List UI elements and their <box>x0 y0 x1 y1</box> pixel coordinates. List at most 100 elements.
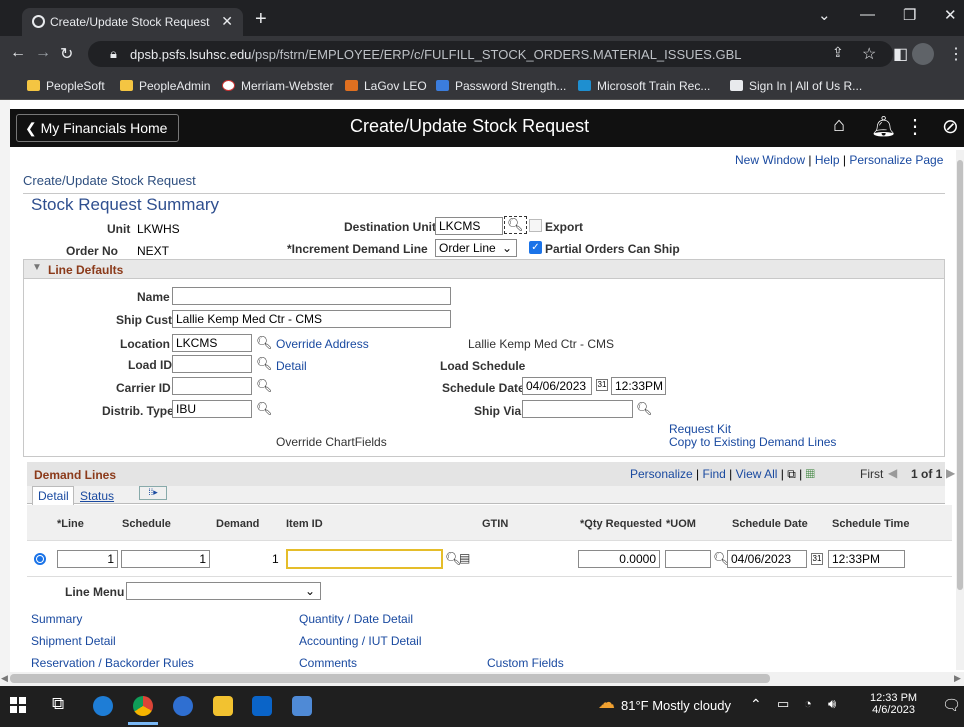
next-row-icon[interactable]: ▶ <box>946 466 955 480</box>
chrome-icon[interactable] <box>133 696 153 716</box>
item-id-input[interactable] <box>286 549 443 569</box>
lookup-icon[interactable]: 🔍︎ <box>504 216 527 234</box>
line-input[interactable]: 1 <box>57 550 118 568</box>
teams-icon[interactable] <box>292 696 312 716</box>
schedule-time-input[interactable]: 12:33PM <box>611 377 666 395</box>
accounting-link[interactable]: Accounting / IUT Detail <box>299 634 422 648</box>
location-input[interactable]: LKCMS <box>172 334 252 352</box>
load-id-input[interactable] <box>172 355 252 373</box>
forward-icon[interactable]: → <box>35 44 51 62</box>
scroll-left-icon[interactable]: ◀ <box>1 673 8 684</box>
menu-kebab-icon[interactable]: ⋮ <box>948 44 964 64</box>
row-select-radio[interactable] <box>34 553 46 565</box>
lookup-icon[interactable]: 🔍︎ <box>256 356 273 372</box>
profile-avatar[interactable] <box>912 43 934 65</box>
grid-view-all-link[interactable]: View All <box>736 467 778 481</box>
home-button[interactable]: ❮ My Financials Home <box>16 114 179 142</box>
help-link[interactable]: Help <box>815 153 840 167</box>
tray-chevron-icon[interactable]: ⌃ <box>750 696 762 713</box>
shipment-detail-link[interactable]: Shipment Detail <box>31 634 116 648</box>
bookmark-microsoft-train[interactable]: Microsoft Train Rec... <box>578 79 710 93</box>
horizontal-scroll-thumb[interactable] <box>10 674 770 683</box>
line-defaults-header[interactable]: ▼ Line Defaults <box>23 259 945 279</box>
outlook-icon[interactable] <box>252 696 272 716</box>
bookmark-password-strength[interactable]: Password Strength... <box>436 79 566 93</box>
tab-search-icon[interactable]: ⌄ <box>818 6 831 24</box>
override-address-link[interactable]: Override Address <box>276 337 369 351</box>
qty-date-detail-link[interactable]: Quantity / Date Detail <box>299 612 413 626</box>
custom-fields-link[interactable]: Custom Fields <box>487 656 564 670</box>
row-schedule-time-input[interactable]: 12:33PM <box>828 550 905 568</box>
bookmark-peopleadmin[interactable]: PeopleAdmin <box>120 79 210 93</box>
summary-link[interactable]: Summary <box>31 612 82 626</box>
distrib-type-input[interactable]: IBU <box>172 400 252 418</box>
ship-via-input[interactable] <box>522 400 633 418</box>
restore-icon[interactable]: ❐ <box>903 6 916 24</box>
lookup-icon[interactable]: 🔍︎ <box>256 335 273 351</box>
carrier-id-input[interactable] <box>172 377 252 395</box>
ship-cust-input[interactable]: Lallie Kemp Med Ctr - CMS <box>172 310 451 328</box>
prev-row-icon[interactable]: ◀ <box>888 466 897 480</box>
grid-find-link[interactable]: Find <box>703 467 726 481</box>
lookup-icon[interactable]: 🔍︎ <box>636 401 653 417</box>
line-menu-select[interactable]: ⌄ <box>126 582 321 600</box>
calendar-icon[interactable]: 31 <box>811 553 823 565</box>
bell-icon[interactable]: 🔔︎ <box>871 114 896 139</box>
weather-text[interactable]: 81°F Mostly cloudy <box>621 698 731 713</box>
copy-existing-lines-link[interactable]: Copy to Existing Demand Lines <box>669 435 836 449</box>
scroll-right-icon[interactable]: ▶ <box>954 673 961 684</box>
keyboard-icon[interactable]: ▭ <box>777 696 789 712</box>
back-icon[interactable]: ← <box>10 44 26 62</box>
edge-icon[interactable] <box>93 696 113 716</box>
personalize-page-link[interactable]: Personalize Page <box>849 153 943 167</box>
reload-icon[interactable]: ↻ <box>60 44 73 64</box>
bookmark-peoplesoft[interactable]: PeopleSoft <box>27 79 105 93</box>
bookmark-merriam-webster[interactable]: Merriam-Webster <box>222 79 333 93</box>
wifi-icon[interactable]: ◔ <box>804 696 812 711</box>
export-checkbox[interactable] <box>529 219 542 232</box>
schedule-date-input[interactable]: 04/06/2023 <box>522 377 592 395</box>
volume-icon[interactable]: 🔊︎ <box>828 696 836 712</box>
partial-orders-checkbox[interactable]: ✓ <box>529 241 542 254</box>
window-close-icon[interactable]: ✕ <box>944 6 957 24</box>
windows-start-icon[interactable] <box>10 697 26 713</box>
detail-link[interactable]: Detail <box>276 359 307 373</box>
row-schedule-date-input[interactable]: 04/06/2023 <box>727 550 807 568</box>
bookmark-lagov-leo[interactable]: LaGov LEO <box>345 79 427 93</box>
bookmark-all-of-us[interactable]: Sign In | All of Us R... <box>730 79 862 93</box>
share-icon[interactable]: ⇪ <box>832 44 844 61</box>
url-text[interactable]: dpsb.psfs.lsuhsc.edu/psp/fstrn/EMPLOYEE/… <box>130 47 741 62</box>
tab-status[interactable]: Status <box>80 489 114 503</box>
sidepanel-icon[interactable]: ◧ <box>893 44 908 64</box>
new-tab-icon[interactable]: + <box>255 8 267 31</box>
request-kit-link[interactable]: Request Kit <box>669 422 731 436</box>
grid-zoom-icon[interactable]: ⧉ <box>787 467 796 481</box>
vertical-scroll-thumb[interactable] <box>957 160 963 590</box>
navbar-icon[interactable]: ⊘ <box>942 114 959 139</box>
destination-unit-input[interactable]: LKCMS <box>435 217 503 235</box>
tab-detail[interactable]: Detail <box>32 486 74 505</box>
tab-close-icon[interactable]: ✕ <box>221 13 233 30</box>
weather-icon[interactable]: ☁︎ <box>598 693 615 713</box>
calendar-icon[interactable]: 31 <box>596 379 608 391</box>
show-all-columns-icon[interactable]: ⁞⁞▸ <box>139 486 167 500</box>
bookmark-star-icon[interactable]: ☆ <box>862 44 876 64</box>
minimize-icon[interactable]: — <box>860 6 875 23</box>
lookup-icon[interactable]: 🔍︎ <box>256 378 273 394</box>
notifications-icon[interactable]: 🗨︎ <box>942 696 961 714</box>
schedule-input[interactable]: 1 <box>121 550 210 568</box>
lookup-icon[interactable]: 🔍︎ <box>256 401 273 417</box>
grid-personalize-link[interactable]: Personalize <box>630 467 693 481</box>
qty-requested-input[interactable]: 0.0000 <box>578 550 660 568</box>
reservation-link[interactable]: Reservation / Backorder Rules <box>31 656 194 670</box>
actions-kebab-icon[interactable]: ⋮ <box>905 114 925 139</box>
item-search-icon[interactable]: ▤ <box>459 551 470 565</box>
task-view-icon[interactable]: ⧉ <box>52 694 64 714</box>
media-icon[interactable] <box>173 696 193 716</box>
browser-tab[interactable]: Create/Update Stock Request ✕ <box>22 8 243 36</box>
comments-link[interactable]: Comments <box>299 656 357 670</box>
home-icon[interactable]: ⌂ <box>833 114 845 137</box>
file-explorer-icon[interactable] <box>213 696 233 716</box>
clock[interactable]: 12:33 PM 4/6/2023 <box>870 692 917 716</box>
name-input[interactable] <box>172 287 451 305</box>
